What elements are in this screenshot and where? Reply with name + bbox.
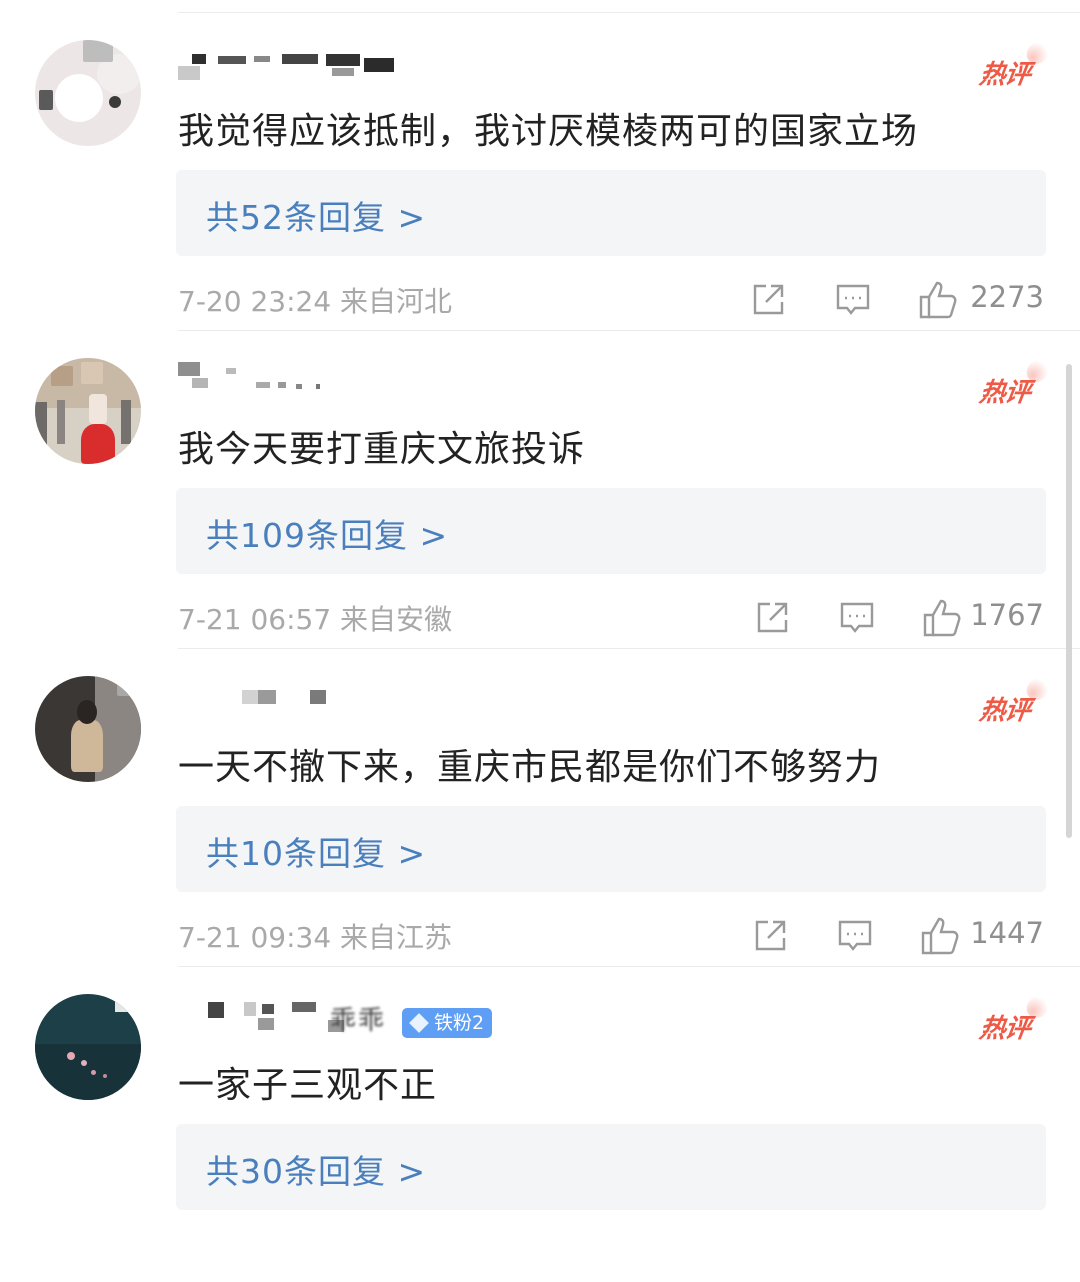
share-icon[interactable] (750, 282, 786, 318)
comment-item: 热评 一天不撤下来，重庆市民都是你们不够努力 共10条回复 > 7-21 09:… (0, 646, 1080, 967)
like-count: 1447 (970, 916, 1044, 950)
comment-icon[interactable] (839, 600, 875, 636)
username-censored[interactable] (178, 40, 508, 84)
avatar[interactable] (35, 676, 141, 782)
fan-level-badge: 铁粉2 (402, 1008, 493, 1038)
comment-text: 一天不撤下来，重庆市民都是你们不够努力 (178, 747, 882, 788)
hot-comment-badge: 热评 (977, 690, 1032, 727)
hot-comment-badge: 热评 (977, 1008, 1032, 1045)
avatar[interactable] (35, 40, 141, 146)
username-censored[interactable]: 乖乖 铁粉2 (178, 994, 508, 1038)
username-visible-part: 乖乖 (330, 1006, 387, 1036)
replies-count-label: 共109条回复 > (206, 516, 449, 555)
timestamp-location: 7-21 09:34 来自江苏 (178, 921, 453, 954)
comment-item: 热评 我今天要打重庆文旅投诉 共109条回复 > 7-21 06:57 来自安徽… (0, 328, 1080, 649)
comment-icon[interactable] (837, 918, 873, 954)
comment-icon[interactable] (835, 282, 871, 318)
replies-count-label: 共10条回复 > (206, 834, 427, 873)
replies-count-label: 共30条回复 > (206, 1152, 427, 1191)
share-icon[interactable] (752, 918, 788, 954)
timestamp-location: 7-20 23:24 来自河北 (178, 285, 453, 318)
username-censored[interactable] (178, 676, 508, 720)
replies-count-label: 共52条回复 > (206, 198, 427, 237)
avatar[interactable] (35, 358, 141, 464)
scrollbar[interactable] (1066, 364, 1072, 838)
replies-button[interactable]: 共10条回复 > (176, 806, 1046, 892)
username-censored[interactable] (178, 358, 508, 402)
replies-button[interactable]: 共52条回复 > (176, 170, 1046, 256)
diamond-icon (409, 1013, 429, 1033)
like-icon[interactable] (920, 916, 960, 956)
comment-text: 我觉得应该抵制，我讨厌模棱两可的国家立场 (178, 111, 919, 152)
comment-text: 一家子三观不正 (178, 1065, 438, 1106)
share-icon[interactable] (754, 600, 790, 636)
hot-comment-badge: 热评 (977, 54, 1032, 91)
replies-button[interactable]: 共30条回复 > (176, 1124, 1046, 1210)
avatar[interactable] (35, 994, 141, 1100)
replies-button[interactable]: 共109条回复 > (176, 488, 1046, 574)
like-count: 2273 (970, 280, 1044, 314)
comment-text: 我今天要打重庆文旅投诉 (178, 429, 586, 470)
like-icon[interactable] (918, 280, 958, 320)
comment-item: 热评 我觉得应该抵制，我讨厌模棱两可的国家立场 共52条回复 > 7-20 23… (0, 10, 1080, 331)
comment-item: 乖乖 铁粉2 热评 一家子三观不正 共30条回复 > (0, 964, 1080, 1282)
like-icon[interactable] (922, 598, 962, 638)
comment-meta: 7-20 23:24 来自河北 2273 (178, 278, 1044, 322)
like-count: 1767 (970, 598, 1044, 632)
fan-level-label: 铁粉2 (434, 1012, 485, 1034)
comment-meta: 7-21 09:34 来自江苏 1447 (178, 914, 1044, 958)
hot-comment-badge: 热评 (977, 372, 1032, 409)
timestamp-location: 7-21 06:57 来自安徽 (178, 603, 453, 636)
comment-meta: 7-21 06:57 来自安徽 1767 (178, 596, 1044, 640)
